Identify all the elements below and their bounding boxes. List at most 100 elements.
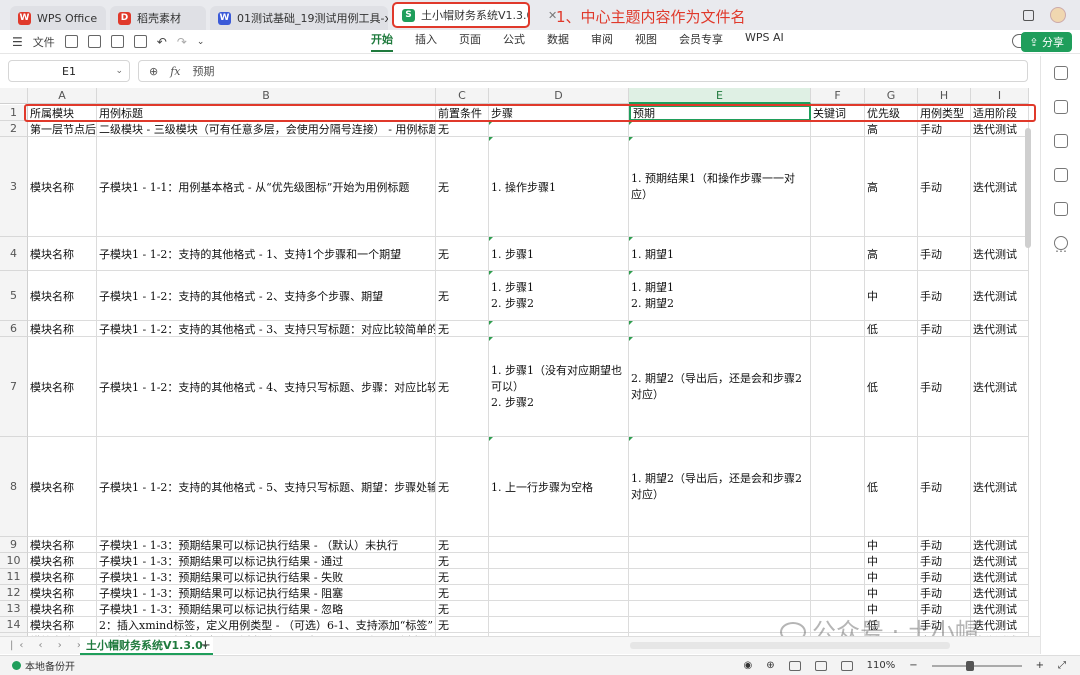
table-cell[interactable]: 无 — [436, 569, 489, 585]
table-cell[interactable]: 1. 期望1 — [629, 237, 811, 271]
tab-wps-office[interactable]: W WPS Office — [10, 6, 106, 30]
restore-window-icon[interactable] — [1023, 9, 1034, 21]
fullscreen-icon[interactable]: ⤢ — [1058, 660, 1066, 671]
table-cell[interactable]: 手动 — [918, 237, 971, 271]
table-cell[interactable] — [811, 569, 865, 585]
table-cell[interactable]: 子模块1 - 1-3：预期结果可以标记执行结果 - 阻塞 — [97, 585, 436, 601]
spreadsheet-grid[interactable]: A B C D E F G H I 1 所属模块 用例标题 前置条件 步骤 预期 关键词 优先级 用例类型 适用阶段… — [0, 88, 1040, 636]
shape-icon[interactable] — [1054, 134, 1068, 148]
table-cell[interactable]: 模块名称 — [28, 321, 97, 337]
table-cell[interactable]: 子模块1 - 1-2：支持的其他格式 - 1、支持1个步骤和一个期望 — [97, 237, 436, 271]
table-cell[interactable]: 迭代测试 — [971, 137, 1029, 237]
table-cell[interactable]: 手动 — [918, 137, 971, 237]
save-icon[interactable] — [64, 35, 78, 48]
row-header[interactable]: 11 — [0, 569, 28, 585]
table-cell[interactable] — [629, 569, 811, 585]
row-header[interactable]: 14 — [0, 617, 28, 633]
table-cell[interactable]: 迭代测试 — [971, 601, 1029, 617]
avatar[interactable] — [1050, 7, 1066, 23]
table-cell[interactable] — [489, 601, 629, 617]
table-cell[interactable]: 迭代测试 — [971, 271, 1029, 321]
table-cell[interactable]: 手动 — [918, 437, 971, 537]
table-cell[interactable]: 手动 — [918, 537, 971, 553]
table-cell[interactable] — [629, 121, 811, 137]
share-button[interactable]: ⇪ 分享 — [1021, 32, 1072, 52]
table-cell[interactable] — [629, 553, 811, 569]
eye-icon[interactable]: ◉ — [744, 660, 753, 671]
table-cell[interactable]: 迭代测试 — [971, 585, 1029, 601]
table-cell[interactable] — [811, 271, 865, 321]
table-cell[interactable]: 二级模块 - 三级模块（可有任意多层，会使用分隔号连接） - 用例标题 — [97, 121, 436, 137]
table-cell[interactable] — [811, 537, 865, 553]
table-cell[interactable] — [811, 585, 865, 601]
table-cell[interactable]: 高 — [865, 121, 918, 137]
row-header[interactable]: 1 — [0, 105, 28, 121]
sheet-tab[interactable]: 土小帽财务系统V1.3.0- — [80, 637, 214, 655]
table-cell[interactable]: 1. 期望1 2. 期望2 — [629, 271, 811, 321]
table-cell[interactable] — [489, 553, 629, 569]
tab-page[interactable]: 页面 — [459, 31, 481, 52]
table-cell[interactable]: 模块名称 — [28, 271, 97, 321]
row-header[interactable]: 10 — [0, 553, 28, 569]
row-header[interactable]: 3 — [0, 137, 28, 237]
export-icon[interactable] — [87, 35, 101, 48]
table-cell[interactable]: 迭代测试 — [971, 337, 1029, 437]
table-cell[interactable]: 迭代测试 — [971, 321, 1029, 337]
table-cell[interactable] — [811, 553, 865, 569]
scrollbar-thumb[interactable] — [1025, 128, 1031, 248]
tab-insert[interactable]: 插入 — [415, 31, 437, 52]
table-cell[interactable]: 子模块1 - 1-2：支持的其他格式 - 5、支持只写标题、期望：步骤处输入 — [97, 437, 436, 537]
table-cell[interactable]: 手动 — [918, 569, 971, 585]
table-cell[interactable]: 无 — [436, 617, 489, 633]
horizontal-scrollbar[interactable] — [630, 642, 950, 649]
reading-view-icon[interactable] — [840, 660, 853, 671]
table-cell[interactable]: 中 — [865, 553, 918, 569]
table-cell[interactable]: 无 — [436, 137, 489, 237]
header-cell[interactable]: 适用阶段 — [971, 105, 1029, 121]
row-header[interactable]: 6 — [0, 321, 28, 337]
table-cell[interactable]: 1. 预期结果1（和操作步骤一一对应） — [629, 137, 811, 237]
tab-review[interactable]: 审阅 — [591, 31, 613, 52]
row-header[interactable]: 7 — [0, 337, 28, 437]
tab-docer[interactable]: D 稻壳素材 — [110, 6, 206, 30]
table-cell[interactable] — [811, 121, 865, 137]
table-cell[interactable]: 子模块1 - 1-3：预期结果可以标记执行结果 - 失败 — [97, 569, 436, 585]
table-cell[interactable]: 中 — [865, 585, 918, 601]
table-cell[interactable]: 迭代测试 — [971, 237, 1029, 271]
table-cell[interactable]: 子模块1 - 1-3：预期结果可以标记执行结果 - （默认）未执行 — [97, 537, 436, 553]
zoom-out-icon[interactable]: − — [909, 660, 917, 671]
row-header[interactable]: 9 — [0, 537, 28, 553]
zoom-in-icon[interactable]: + — [1036, 660, 1044, 671]
vertical-scrollbar[interactable] — [1024, 128, 1032, 628]
table-cell[interactable]: 模块名称 — [28, 617, 97, 633]
table-cell[interactable]: 高 — [865, 137, 918, 237]
print-icon[interactable] — [110, 35, 124, 48]
table-cell[interactable]: 无 — [436, 585, 489, 601]
column-header-c[interactable]: C — [436, 88, 489, 104]
table-cell[interactable]: 迭代测试 — [971, 617, 1029, 633]
table-cell[interactable]: 迭代测试 — [971, 121, 1029, 137]
column-header-h[interactable]: H — [918, 88, 971, 104]
table-cell[interactable] — [811, 437, 865, 537]
tab-data[interactable]: 数据 — [547, 31, 569, 52]
cursor-icon[interactable] — [1054, 66, 1068, 80]
table-cell[interactable]: 子模块1 - 1-1：用例基本格式 - 从“优先级图标”开始为用例标题 — [97, 137, 436, 237]
table-cell[interactable]: 模块名称 — [28, 585, 97, 601]
table-cell[interactable] — [489, 121, 629, 137]
table-cell[interactable]: 模块名称 — [28, 601, 97, 617]
tab-formula[interactable]: 公式 — [503, 31, 525, 52]
image-icon[interactable] — [1054, 202, 1068, 216]
table-cell[interactable] — [489, 321, 629, 337]
tab-view[interactable]: 视图 — [635, 31, 657, 52]
table-cell[interactable]: 无 — [436, 601, 489, 617]
table-cell[interactable]: 无 — [436, 237, 489, 271]
table-cell[interactable]: 无 — [436, 321, 489, 337]
table-cell[interactable] — [489, 617, 629, 633]
table-cell[interactable]: 子模块1 - 1-3：预期结果可以标记执行结果 - 忽略 — [97, 601, 436, 617]
table-cell[interactable] — [811, 237, 865, 271]
formula-input[interactable]: ⊕ fx 预期 — [138, 60, 1028, 82]
column-header-d[interactable]: D — [489, 88, 629, 104]
add-sheet-icon[interactable]: + — [200, 638, 211, 653]
page-view-icon[interactable] — [814, 660, 827, 671]
table-cell[interactable] — [811, 337, 865, 437]
